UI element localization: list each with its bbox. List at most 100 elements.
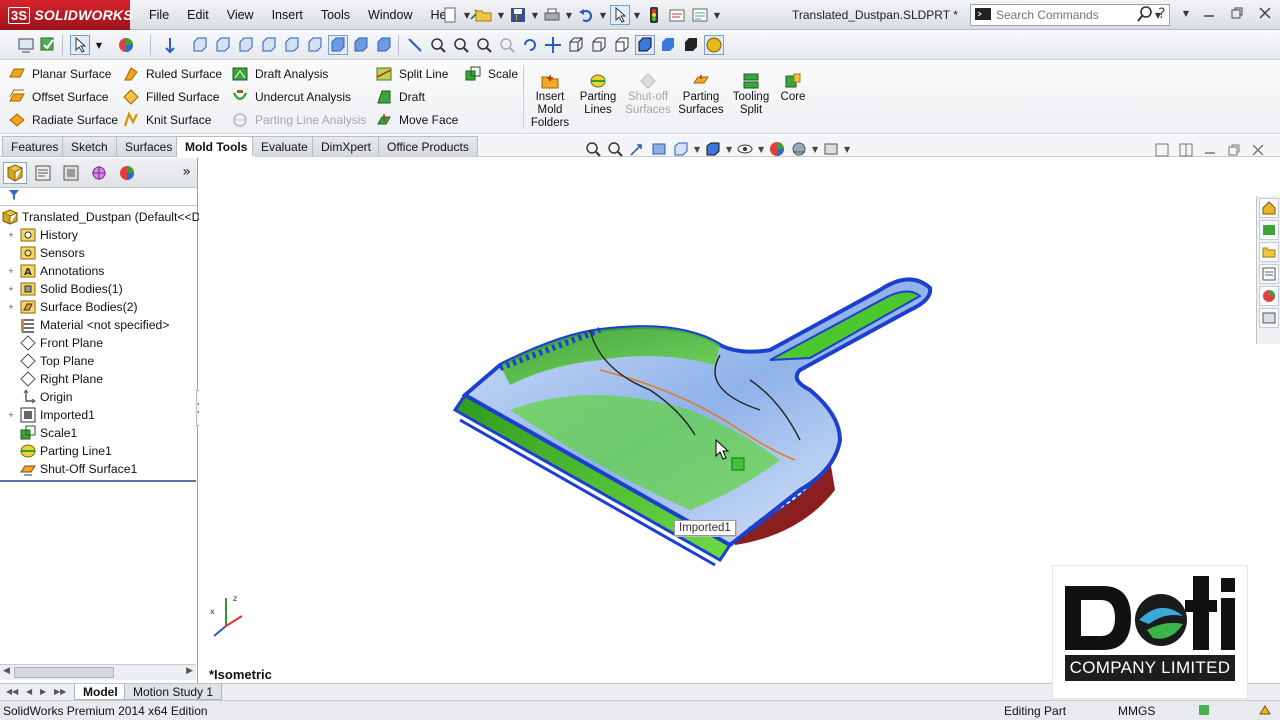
tab-dimxpert[interactable]: DimXpert	[312, 136, 381, 156]
last-tab-icon[interactable]: ▶▶	[54, 687, 66, 696]
shut-off-surfaces-button[interactable]: Shut-off Surfaces	[624, 72, 672, 117]
shaded-with-edges-icon[interactable]	[635, 35, 655, 55]
tree-item-surface-bodies[interactable]: + Surface Bodies(2)	[0, 298, 197, 316]
save-icon[interactable]: !	[508, 5, 528, 25]
planar-surface-button[interactable]: Planar Surface	[8, 64, 111, 84]
file-explorer-icon[interactable]	[1258, 242, 1279, 262]
draft-analysis-button[interactable]: Draft Analysis	[231, 64, 328, 84]
left-view-icon[interactable]	[236, 35, 256, 55]
file-properties-icon[interactable]	[667, 5, 687, 25]
filled-surface-button[interactable]: Filled Surface	[122, 87, 219, 107]
tree-filter[interactable]	[0, 188, 197, 206]
rebuild-green-icon[interactable]	[38, 35, 58, 55]
tree-item-shut-off-surface1[interactable]: Shut-Off Surface1	[0, 460, 197, 478]
scroll-right-icon[interactable]: ▶	[186, 666, 193, 676]
menu-file[interactable]: File	[140, 8, 178, 22]
options-icon[interactable]	[690, 5, 710, 25]
menu-view[interactable]: View	[218, 8, 263, 22]
hidden-lines-removed-icon[interactable]	[612, 35, 632, 55]
search-box[interactable]: ▼	[970, 4, 1170, 26]
menu-edit[interactable]: Edit	[178, 8, 218, 22]
ruled-surface-button[interactable]: Ruled Surface	[122, 64, 222, 84]
minimize-icon[interactable]	[1200, 4, 1218, 22]
chevron-down-icon[interactable]: ▼	[1182, 9, 1190, 18]
tree-item-right-plane[interactable]: Right Plane	[0, 370, 197, 388]
help-icon[interactable]: ?	[1154, 4, 1172, 22]
solidworks-logo[interactable]: 3S SOLIDWORKS	[0, 0, 133, 30]
insert-mold-folders-button[interactable]: Insert Mold Folders	[531, 72, 569, 130]
menu-window[interactable]: Window	[359, 8, 421, 22]
chevron-down-icon[interactable]: ▼	[497, 11, 505, 20]
print-icon[interactable]	[542, 5, 562, 25]
tree-item-annotations[interactable]: + A Annotations	[0, 262, 197, 280]
restore-icon[interactable]	[1226, 142, 1242, 158]
menu-tools[interactable]: Tools	[312, 8, 359, 22]
tab-surfaces[interactable]: Surfaces	[116, 136, 182, 156]
tree-item-solid-bodies[interactable]: + Solid Bodies(1)	[0, 280, 197, 298]
top-view-icon[interactable]	[282, 35, 302, 55]
rebuild-icon[interactable]	[644, 5, 664, 25]
chevron-down-icon[interactable]: ▼	[565, 11, 573, 20]
expand-panel-icon[interactable]: »	[182, 164, 191, 180]
front-view-icon[interactable]	[190, 35, 210, 55]
zoom-area-icon[interactable]	[606, 140, 624, 158]
appearance-icon[interactable]	[116, 35, 136, 55]
shaded-icon[interactable]	[658, 35, 678, 55]
bottom-view-icon[interactable]	[305, 35, 325, 55]
chevron-down-icon[interactable]: ▼	[694, 145, 700, 154]
configuration-manager-tab-icon[interactable]	[59, 162, 83, 184]
undercut-analysis-button[interactable]: Undercut Analysis	[231, 87, 351, 107]
tooling-split-button[interactable]: Tooling Split	[729, 72, 773, 117]
zoom-to-fit-icon[interactable]	[584, 140, 602, 158]
expand-icon[interactable]: +	[6, 302, 16, 312]
tree-item-imported1[interactable]: + Imported1	[0, 406, 197, 424]
single-view-icon[interactable]	[1154, 142, 1170, 158]
tab-evaluate[interactable]: Evaluate	[252, 136, 317, 156]
zoom-in-out-icon[interactable]	[474, 35, 494, 55]
chevron-down-icon[interactable]: ▼	[844, 145, 850, 154]
back-view-icon[interactable]	[213, 35, 233, 55]
parting-lines-button[interactable]: Parting Lines	[577, 72, 619, 117]
expand-icon[interactable]: +	[6, 230, 16, 240]
restore-icon[interactable]	[1228, 4, 1246, 22]
scroll-thumb[interactable]	[14, 667, 114, 678]
core-button[interactable]: Core	[777, 72, 809, 104]
display-style-icon[interactable]	[704, 140, 722, 158]
tree-root-part[interactable]: Translated_Dustpan (Default<<D	[0, 208, 200, 226]
property-manager-tab-icon[interactable]	[31, 162, 55, 184]
search-icon[interactable]	[1136, 5, 1154, 26]
scroll-left-icon[interactable]: ◀	[3, 666, 10, 676]
display-manager-tab-icon[interactable]	[115, 162, 139, 184]
open-folder-icon[interactable]	[474, 5, 494, 25]
offset-surface-button[interactable]: Offset Surface	[8, 87, 108, 107]
normal-to-icon[interactable]	[160, 35, 180, 55]
apply-scene-icon[interactable]	[790, 140, 808, 158]
parting-surfaces-button[interactable]: Parting Surfaces	[677, 72, 725, 117]
zoom-selection-icon[interactable]	[497, 35, 517, 55]
pan-icon[interactable]	[543, 35, 563, 55]
tree-item-top-plane[interactable]: Top Plane	[0, 352, 197, 370]
chevron-down-icon[interactable]: ▼	[599, 11, 607, 20]
split-line-button[interactable]: Split Line	[375, 64, 448, 84]
next-tab-icon[interactable]: ▶	[40, 687, 46, 696]
tab-motion-study-1[interactable]: Motion Study 1	[124, 684, 223, 700]
trimetric-view-icon[interactable]	[351, 35, 371, 55]
view-palette-icon[interactable]	[1258, 264, 1279, 284]
radiate-surface-button[interactable]: Radiate Surface	[8, 110, 118, 130]
wireframe-icon[interactable]	[566, 35, 586, 55]
dimetric-view-icon[interactable]	[374, 35, 394, 55]
filter-icon[interactable]	[8, 189, 20, 204]
rotate-view-icon[interactable]	[520, 35, 540, 55]
expand-icon[interactable]: +	[6, 410, 16, 420]
select-icon[interactable]	[70, 35, 90, 55]
chevron-down-icon[interactable]: ▼	[633, 11, 641, 20]
shadows-icon[interactable]	[681, 35, 701, 55]
chevron-down-icon[interactable]: ▼	[713, 11, 721, 20]
tab-office-products[interactable]: Office Products	[378, 136, 478, 156]
realview-icon[interactable]	[704, 35, 724, 55]
tree-item-history[interactable]: + History	[0, 226, 197, 244]
first-tab-icon[interactable]: ◀◀	[6, 687, 18, 696]
right-view-icon[interactable]	[259, 35, 279, 55]
dimxpert-manager-tab-icon[interactable]	[87, 162, 111, 184]
expand-icon[interactable]: +	[6, 284, 16, 294]
